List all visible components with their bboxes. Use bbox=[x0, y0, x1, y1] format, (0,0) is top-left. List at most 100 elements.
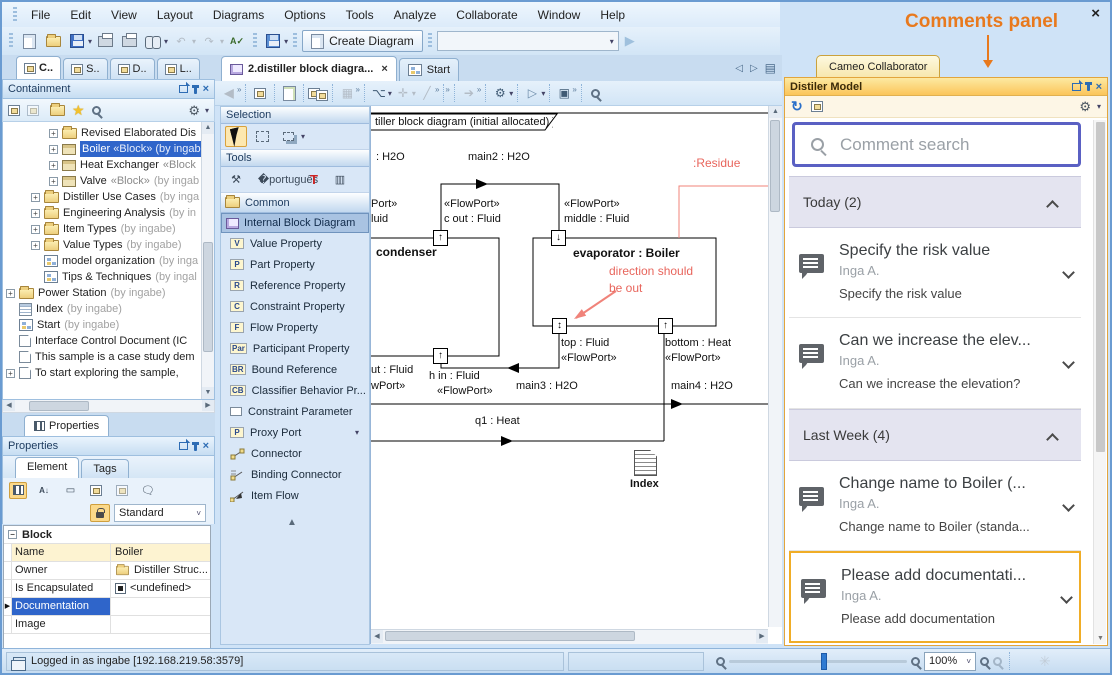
overflow-icon[interactable]: » bbox=[355, 85, 359, 94]
tab-start[interactable]: Start bbox=[399, 58, 459, 81]
float-panel-icon[interactable] bbox=[1072, 83, 1081, 91]
redo-icon[interactable]: ↷ bbox=[198, 31, 220, 52]
tab-structure[interactable]: S.. bbox=[63, 58, 107, 79]
property-row-name[interactable]: NameBoiler bbox=[4, 544, 210, 562]
expand-nodes-icon[interactable] bbox=[87, 482, 105, 499]
refactor-icon[interactable]: ➔ bbox=[459, 83, 479, 103]
refresh-icon[interactable]: ↻ bbox=[791, 98, 803, 115]
edit-diagram-icon[interactable] bbox=[279, 83, 299, 103]
common-section-header[interactable]: Common bbox=[221, 193, 369, 213]
show-documentation-icon[interactable]: 🗨 bbox=[139, 482, 157, 499]
new-file-icon[interactable] bbox=[18, 31, 40, 52]
expand-icon[interactable]: + bbox=[6, 289, 15, 298]
close-panel-icon[interactable]: × bbox=[1096, 82, 1102, 92]
comment-item[interactable]: Change name to Boiler (... Inga A. Chang… bbox=[789, 461, 1081, 551]
multi-select-icon[interactable] bbox=[277, 126, 299, 147]
spelling-icon[interactable]: A✓ bbox=[226, 31, 248, 52]
menu-view[interactable]: View bbox=[102, 4, 146, 26]
options-dropdown-icon[interactable]: ▾ bbox=[205, 106, 209, 115]
compress-icon[interactable]: �português bbox=[277, 169, 299, 190]
scroll-down-icon[interactable]: ▼ bbox=[1097, 635, 1104, 642]
expand-icon[interactable]: + bbox=[31, 241, 40, 250]
save-dropdown-icon[interactable]: ▾ bbox=[88, 37, 92, 46]
favorites-icon[interactable]: ★ bbox=[72, 102, 85, 119]
canvas-horizontal-scrollbar[interactable]: ◀ ▶ bbox=[371, 629, 768, 644]
comment-search-input[interactable] bbox=[840, 135, 1062, 155]
run-icon[interactable]: ▶ bbox=[625, 33, 635, 49]
evaporator-part-label[interactable]: evaporator : Boiler bbox=[573, 246, 680, 260]
property-value[interactable] bbox=[111, 616, 210, 633]
section-today[interactable]: Today (2) bbox=[789, 176, 1081, 228]
tree-item[interactable]: Tips & Techniques(by ingal bbox=[3, 269, 214, 285]
float-panel-icon[interactable] bbox=[179, 442, 188, 450]
run-simulation-icon[interactable]: ▷ bbox=[522, 83, 542, 103]
tree-item[interactable]: model organization(by inga bbox=[3, 253, 214, 269]
find-icon[interactable] bbox=[142, 31, 164, 52]
window-layout-icon[interactable]: ▣ bbox=[554, 83, 574, 103]
perspective-combobox[interactable]: ▾ bbox=[437, 31, 619, 51]
property-row-image[interactable]: Image bbox=[4, 616, 210, 634]
menu-edit[interactable]: Edit bbox=[61, 4, 100, 26]
pin-panel-icon[interactable] bbox=[1087, 82, 1090, 91]
tab-list-icon[interactable]: ▤ bbox=[765, 61, 776, 75]
tree-item[interactable]: +Distiller Use Cases(by inga bbox=[3, 189, 214, 205]
tree-item[interactable]: This sample is a case study dem bbox=[3, 349, 214, 365]
section-last-week[interactable]: Last Week (4) bbox=[789, 409, 1081, 461]
index-shortcut-label[interactable]: Index bbox=[630, 478, 659, 490]
port-c-out[interactable]: ↑ bbox=[433, 230, 448, 246]
save-icon[interactable] bbox=[66, 31, 88, 52]
tree-item[interactable]: +Value Types(by ingabe) bbox=[3, 237, 214, 253]
tree-item[interactable]: +Heat Exchanger«Block bbox=[3, 157, 214, 173]
palette-scroll-up-icon[interactable]: ▲ bbox=[287, 517, 297, 528]
close-panel-icon[interactable]: × bbox=[203, 84, 209, 94]
categorized-view-icon[interactable] bbox=[9, 482, 27, 499]
expand-icon[interactable]: + bbox=[49, 145, 58, 154]
options-gear-icon[interactable]: ⚙ bbox=[188, 104, 200, 117]
palette-item-connector[interactable]: Connector bbox=[221, 443, 369, 464]
property-value[interactable] bbox=[111, 598, 210, 615]
pin-panel-icon[interactable] bbox=[194, 85, 197, 94]
print-icon[interactable] bbox=[94, 31, 116, 52]
tree-horizontal-scrollbar[interactable]: ◀ ▶ bbox=[2, 400, 215, 413]
zoom-slider[interactable] bbox=[729, 660, 907, 663]
tab-distiller-block-diagram[interactable]: 2.distiller block diagra... × bbox=[221, 56, 397, 81]
layout-dropdown-icon[interactable]: ▾ bbox=[388, 89, 392, 98]
tab-properties[interactable]: Properties bbox=[24, 415, 109, 436]
comment-item[interactable]: Specify the risk value Inga A. Specify t… bbox=[789, 228, 1081, 318]
sticky-tool-icon[interactable]: ⚒ bbox=[225, 169, 247, 190]
tree-item[interactable]: +Engineering Analysis(by in bbox=[3, 205, 214, 221]
expand-icon[interactable]: + bbox=[6, 369, 15, 378]
gear-dropdown-icon[interactable]: ▾ bbox=[509, 89, 513, 98]
overflow-icon[interactable]: » bbox=[435, 85, 439, 94]
tab-lock-view[interactable]: L.. bbox=[157, 58, 200, 79]
collaborator-dropdown-icon[interactable]: ▾ bbox=[1097, 102, 1101, 111]
tree-vertical-scrollbar[interactable]: ▲ ▼ bbox=[201, 122, 214, 399]
diagram-options-gear-icon[interactable]: ⚙ bbox=[490, 83, 510, 103]
expand-comment-icon[interactable] bbox=[1062, 499, 1075, 512]
overflow-icon[interactable]: » bbox=[445, 85, 449, 94]
expand-icon[interactable]: + bbox=[31, 193, 40, 202]
expand-into-icon[interactable] bbox=[8, 105, 20, 116]
expand-icon[interactable]: + bbox=[31, 225, 40, 234]
find-dropdown-icon[interactable]: ▾ bbox=[164, 37, 168, 46]
line-style-icon[interactable]: ╱ bbox=[417, 83, 437, 103]
expand-icon[interactable]: + bbox=[31, 209, 40, 218]
tab-element[interactable]: Element bbox=[15, 457, 79, 478]
port-middle[interactable]: ↓ bbox=[551, 230, 566, 246]
scroll-up-icon[interactable]: ▲ bbox=[769, 106, 782, 118]
scroll-left-icon[interactable]: ◀ bbox=[371, 630, 383, 643]
comment-item[interactable]: Can we increase the elev... Inga A. Can … bbox=[789, 318, 1081, 409]
zoom-in-icon[interactable] bbox=[911, 657, 920, 666]
window-close-icon[interactable]: × bbox=[1091, 5, 1100, 22]
undo-icon[interactable]: ↶ bbox=[170, 31, 192, 52]
lock-icon[interactable] bbox=[90, 504, 110, 522]
scroll-right-icon[interactable]: ▶ bbox=[202, 400, 214, 411]
selection-section-header[interactable]: Selection bbox=[221, 107, 369, 124]
close-panel-icon[interactable]: × bbox=[203, 441, 209, 451]
overflow-icon[interactable]: » bbox=[237, 85, 241, 94]
scrollbar-thumb[interactable] bbox=[29, 401, 89, 411]
property-value[interactable]: Distiller Struc... bbox=[134, 562, 208, 579]
collapse-section-icon[interactable] bbox=[1046, 200, 1059, 213]
tree-item[interactable]: +Revised Elaborated Dis bbox=[3, 125, 214, 141]
diagram-canvas[interactable]: tiller block diagram (initial allocated)… bbox=[370, 106, 782, 644]
